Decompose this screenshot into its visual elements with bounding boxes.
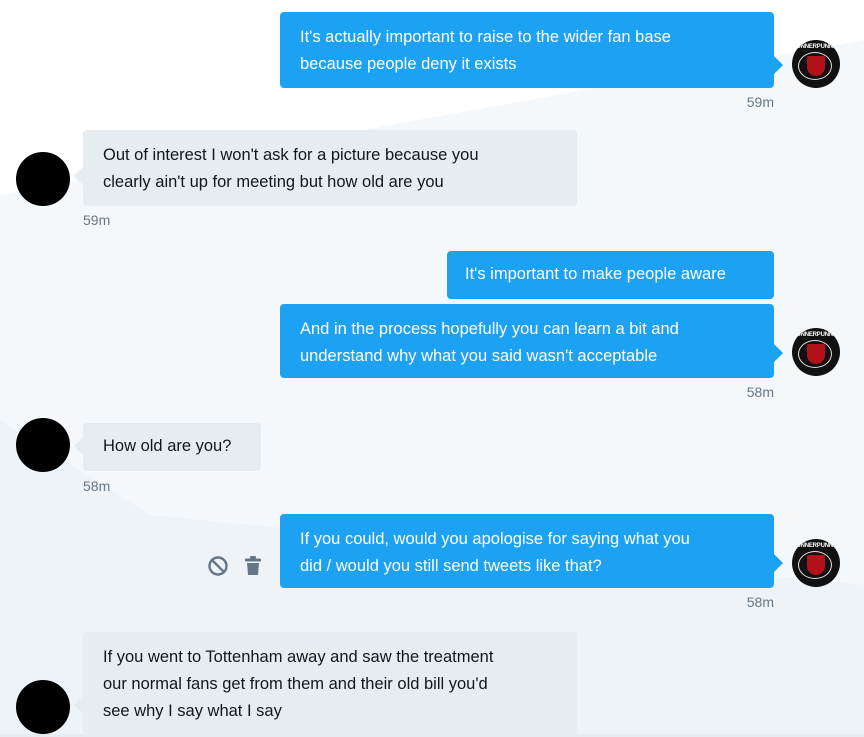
message-bubble-incoming[interactable]: How old are you? bbox=[83, 423, 261, 471]
avatar-other[interactable] bbox=[16, 680, 70, 734]
message-line: clearly ain't up for meeting but how old… bbox=[103, 173, 444, 191]
avatar-self[interactable]: GUNNERPUNNER bbox=[792, 539, 840, 587]
message-bubble-outgoing[interactable]: And in the process hopefully you can lea… bbox=[280, 304, 774, 378]
message-line: How old are you? bbox=[103, 437, 232, 455]
message-line: And in the process hopefully you can lea… bbox=[300, 320, 679, 338]
avatar-label: GUNNERPUNNER bbox=[792, 44, 840, 50]
message-line: see why I say what I say bbox=[103, 702, 282, 720]
block-icon[interactable] bbox=[207, 555, 229, 577]
message-line: It's actually important to raise to the … bbox=[300, 28, 671, 46]
message-line: Out of interest I won't ask for a pictur… bbox=[103, 146, 479, 164]
message-bubble-outgoing[interactable]: It's important to make people aware bbox=[447, 251, 774, 299]
message-line: If you could, would you apologise for sa… bbox=[300, 530, 690, 548]
bubble-tail bbox=[74, 437, 83, 455]
crest-icon bbox=[807, 56, 825, 76]
message-timestamp: 58m bbox=[746, 594, 774, 610]
avatar-self[interactable]: GUNNERPUNNER bbox=[792, 40, 840, 88]
message-timestamp: 58m bbox=[746, 384, 774, 400]
bubble-tail bbox=[774, 56, 783, 74]
message-line: because people deny it exists bbox=[300, 55, 517, 73]
message-bubble-incoming[interactable]: Out of interest I won't ask for a pictur… bbox=[83, 130, 577, 206]
message-timestamp: 59m bbox=[746, 94, 774, 110]
bubble-tail bbox=[74, 696, 83, 714]
message-timestamp: 59m bbox=[83, 212, 111, 228]
message-line: did / would you still send tweets like t… bbox=[300, 557, 602, 575]
message-line: It's important to make people aware bbox=[465, 265, 726, 283]
message-bubble-outgoing[interactable]: If you could, would you apologise for sa… bbox=[280, 514, 774, 588]
avatar-other[interactable] bbox=[16, 418, 70, 472]
avatar-other[interactable] bbox=[16, 152, 70, 206]
message-line: our normal fans get from them and their … bbox=[103, 675, 488, 693]
avatar-label: GUNNERPUNNER bbox=[792, 332, 840, 338]
avatar-self[interactable]: GUNNERPUNNER bbox=[792, 328, 840, 376]
trash-icon[interactable] bbox=[244, 555, 262, 577]
message-line: understand why what you said wasn't acce… bbox=[300, 347, 658, 365]
avatar-label: GUNNERPUNNER bbox=[792, 543, 840, 549]
message-bubble-outgoing[interactable]: It's actually important to raise to the … bbox=[280, 12, 774, 88]
crest-icon bbox=[807, 344, 825, 364]
message-timestamp: 58m bbox=[83, 478, 111, 494]
message-bubble-incoming[interactable]: If you went to Tottenham away and saw th… bbox=[83, 632, 577, 734]
bubble-tail bbox=[774, 554, 783, 572]
message-line: If you went to Tottenham away and saw th… bbox=[103, 648, 494, 666]
bubble-tail bbox=[74, 167, 83, 185]
bubble-tail bbox=[774, 344, 783, 362]
crest-icon bbox=[807, 555, 825, 575]
